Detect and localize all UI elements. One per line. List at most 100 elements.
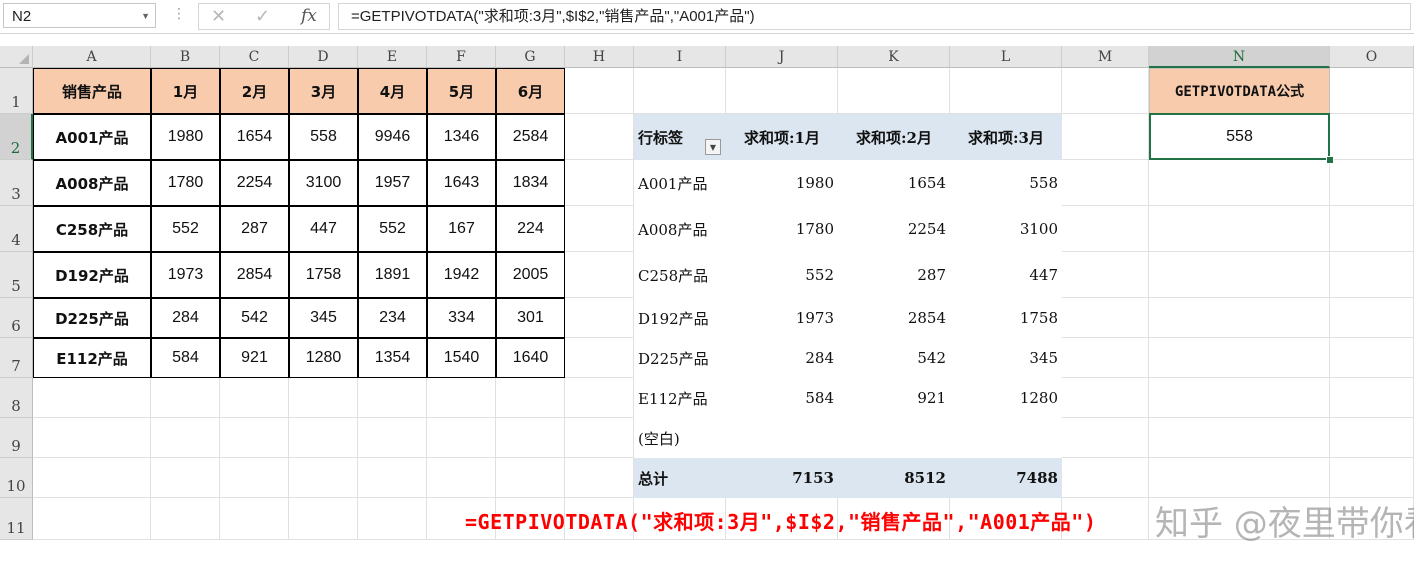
column-header-n[interactable]: N [1149,46,1330,68]
column-header-o[interactable]: O [1330,46,1414,68]
pivot-value-cell[interactable]: 1758 [950,298,1062,338]
source-data-cell[interactable]: 287 [220,206,289,252]
pivot-value-cell[interactable]: 447 [950,252,1062,298]
pivot-value-cell[interactable]: 2254 [838,206,950,252]
source-row-label[interactable]: A001产品 [33,114,151,160]
pivot-value-cell[interactable]: 1654 [838,160,950,206]
pivot-value-header[interactable]: 求和项:3月 [950,114,1062,160]
pivot-row-label[interactable]: C258产品 [634,252,726,298]
source-data-cell[interactable]: 1280 [289,338,358,378]
pivot-row-label[interactable]: D225产品 [634,338,726,378]
source-header-cell[interactable]: 4月 [358,68,427,114]
row-header-8[interactable]: 8 [0,378,33,418]
source-data-cell[interactable]: 1346 [427,114,496,160]
select-all-corner[interactable] [0,46,33,68]
column-header-i[interactable]: I [634,46,726,68]
source-data-cell[interactable]: 558 [289,114,358,160]
pivot-value-cell[interactable]: 921 [838,378,950,418]
source-data-cell[interactable]: 2005 [496,252,565,298]
row-header-5[interactable]: 5 [0,252,33,298]
column-header-k[interactable]: K [838,46,950,68]
insert-function-icon[interactable]: fx [301,6,317,26]
column-header-h[interactable]: H [565,46,634,68]
source-header-cell[interactable]: 5月 [427,68,496,114]
pivot-grand-total-value[interactable]: 7488 [950,458,1062,498]
source-row-label[interactable]: A008产品 [33,160,151,206]
pivot-value-cell[interactable]: 284 [726,338,838,378]
source-data-cell[interactable]: 542 [220,298,289,338]
row-header-11[interactable]: 11 [0,498,33,540]
source-header-cell[interactable]: 2月 [220,68,289,114]
more-options-icon[interactable]: ⋮ [172,6,186,22]
column-header-b[interactable]: B [151,46,220,68]
row-header-9[interactable]: 9 [0,418,33,458]
pivot-grand-total-value[interactable]: 8512 [838,458,950,498]
pivot-value-cell[interactable]: 1780 [726,206,838,252]
fill-handle[interactable] [1326,156,1334,164]
source-data-cell[interactable]: 3100 [289,160,358,206]
pivot-row-label[interactable]: A001产品 [634,160,726,206]
row-header-2[interactable]: 2 [0,114,33,160]
source-data-cell[interactable]: 2854 [220,252,289,298]
row-header-6[interactable]: 6 [0,298,33,338]
pivot-row-label[interactable]: (空白) [634,418,726,458]
source-data-cell[interactable]: 1834 [496,160,565,206]
source-row-label[interactable]: E112产品 [33,338,151,378]
column-header-g[interactable]: G [496,46,565,68]
pivot-value-cell[interactable]: 542 [838,338,950,378]
source-data-cell[interactable]: 167 [427,206,496,252]
source-header-cell[interactable]: 1月 [151,68,220,114]
chevron-down-icon[interactable]: ▼ [141,4,150,29]
pivot-grand-total-label[interactable]: 总计 [634,458,726,498]
pivot-value-cell[interactable]: 2854 [838,298,950,338]
source-data-cell[interactable]: 9946 [358,114,427,160]
source-data-cell[interactable]: 1780 [151,160,220,206]
column-header-l[interactable]: L [950,46,1062,68]
source-header-cell[interactable]: 6月 [496,68,565,114]
column-header-m[interactable]: M [1062,46,1149,68]
source-header-cell[interactable]: 销售产品 [33,68,151,114]
source-data-cell[interactable]: 447 [289,206,358,252]
name-box[interactable]: N2 ▼ [3,3,156,28]
source-data-cell[interactable]: 552 [151,206,220,252]
source-data-cell[interactable]: 1957 [358,160,427,206]
pivot-value-cell[interactable]: 287 [838,252,950,298]
row-header-3[interactable]: 3 [0,160,33,206]
source-data-cell[interactable]: 234 [358,298,427,338]
source-data-cell[interactable]: 1980 [151,114,220,160]
pivot-value-cell[interactable]: 584 [726,378,838,418]
pivot-row-label[interactable]: A008产品 [634,206,726,252]
source-row-label[interactable]: C258产品 [33,206,151,252]
pivot-value-cell[interactable]: 345 [950,338,1062,378]
source-data-cell[interactable]: 1942 [427,252,496,298]
source-data-cell[interactable]: 584 [151,338,220,378]
source-data-cell[interactable]: 224 [496,206,565,252]
column-header-a[interactable]: A [33,46,151,68]
source-data-cell[interactable]: 345 [289,298,358,338]
pivot-value-cell[interactable]: 1280 [950,378,1062,418]
pivot-value-header[interactable]: 求和项:2月 [838,114,950,160]
row-header-10[interactable]: 10 [0,458,33,498]
pivot-value-header[interactable]: 求和项:1月 [726,114,838,160]
source-data-cell[interactable]: 921 [220,338,289,378]
pivot-value-cell[interactable]: 1973 [726,298,838,338]
filter-dropdown-icon[interactable]: ▼ [705,139,721,155]
pivot-value-cell[interactable] [726,418,838,458]
pivot-grand-total-value[interactable]: 7153 [726,458,838,498]
pivot-value-cell[interactable]: 1980 [726,160,838,206]
source-data-cell[interactable]: 1973 [151,252,220,298]
source-data-cell[interactable]: 2584 [496,114,565,160]
source-data-cell[interactable]: 334 [427,298,496,338]
row-header-1[interactable]: 1 [0,68,33,114]
column-header-e[interactable]: E [358,46,427,68]
source-data-cell[interactable]: 301 [496,298,565,338]
cancel-icon[interactable]: ✕ [211,6,226,27]
pivot-value-cell[interactable]: 552 [726,252,838,298]
row-header-7[interactable]: 7 [0,338,33,378]
source-data-cell[interactable]: 1654 [220,114,289,160]
source-data-cell[interactable]: 1758 [289,252,358,298]
pivot-row-label[interactable]: E112产品 [634,378,726,418]
column-header-j[interactable]: J [726,46,838,68]
source-data-cell[interactable]: 1891 [358,252,427,298]
column-header-f[interactable]: F [427,46,496,68]
